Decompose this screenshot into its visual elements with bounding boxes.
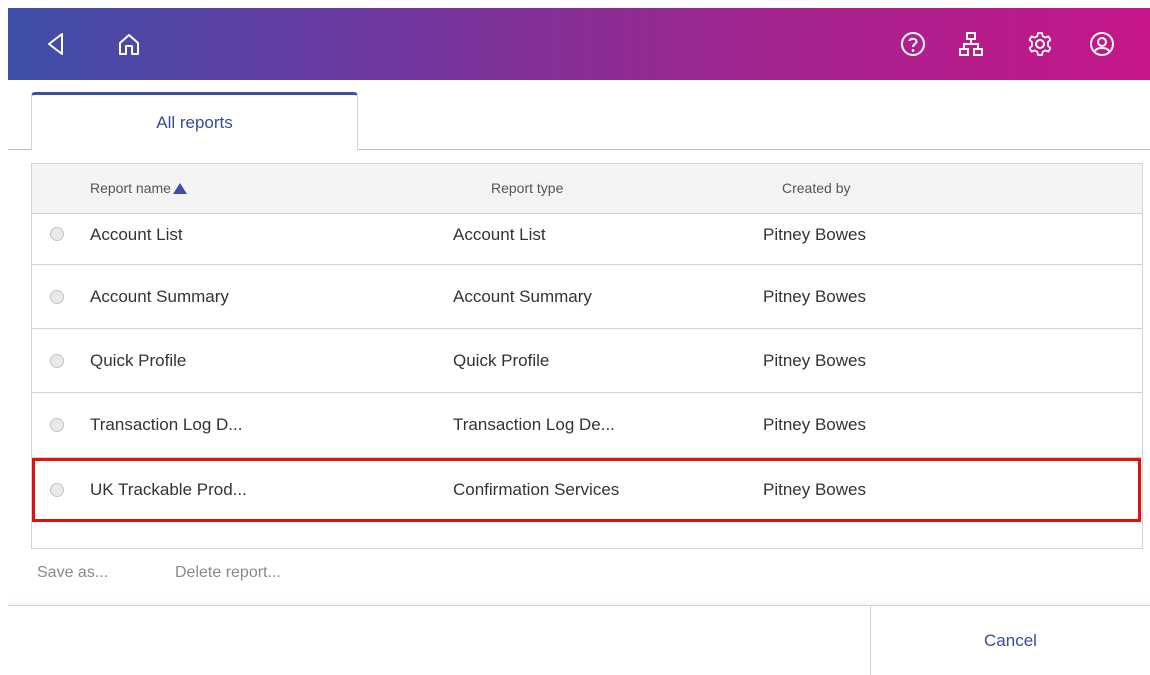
sort-ascending-icon xyxy=(172,183,187,194)
column-header-report-name[interactable]: Report name xyxy=(90,180,187,196)
report-name-cell: Account Summary xyxy=(90,287,229,306)
row-radio-button[interactable] xyxy=(50,227,64,241)
account-icon[interactable] xyxy=(1087,29,1117,59)
settings-icon[interactable] xyxy=(1025,29,1055,59)
report-type-cell: Account Summary xyxy=(453,287,592,306)
row-radio-button[interactable] xyxy=(50,483,64,497)
header-label: Report name xyxy=(90,180,171,196)
help-icon[interactable] xyxy=(898,29,928,59)
created-by-cell: Pitney Bowes xyxy=(763,415,866,434)
row-radio-button[interactable] xyxy=(50,418,64,432)
table-row[interactable]: Account Summary Account Summary Pitney B… xyxy=(32,265,1142,329)
cancel-button[interactable]: Cancel xyxy=(871,606,1150,675)
table-row[interactable]: Account List Account List Pitney Bowes xyxy=(32,214,1142,265)
created-by-cell: Pitney Bowes xyxy=(763,287,866,306)
row-radio-button[interactable] xyxy=(50,290,64,304)
report-type-cell: Quick Profile xyxy=(453,351,550,370)
report-name-cell: UK Trackable Prod... xyxy=(90,480,247,499)
header-label: Created by xyxy=(782,180,851,196)
column-header-created-by[interactable]: Created by xyxy=(782,180,850,196)
created-by-cell: Pitney Bowes xyxy=(763,480,866,499)
report-type-cell: Confirmation Services xyxy=(453,480,620,499)
table-header: Report name Report type Created by xyxy=(32,164,1142,214)
table-row[interactable]: UK Trackable Prod... Confirmation Servic… xyxy=(32,458,1142,522)
tab-divider xyxy=(8,149,31,150)
home-icon[interactable] xyxy=(114,29,144,59)
report-name-cell: Transaction Log D... xyxy=(90,415,243,434)
report-name-cell: Account List xyxy=(90,225,183,244)
report-type-cell: Transaction Log De... xyxy=(453,415,615,434)
top-navigation-bar xyxy=(8,8,1150,80)
tab-all-reports[interactable]: All reports xyxy=(31,92,358,150)
report-type-cell: Account List xyxy=(453,225,546,244)
row-radio-button[interactable] xyxy=(50,354,64,368)
save-as-button[interactable]: Save as... xyxy=(37,564,108,582)
created-by-cell: Pitney Bowes xyxy=(763,225,866,244)
table-row[interactable]: Quick Profile Quick Profile Pitney Bowes xyxy=(32,329,1142,393)
report-name-cell: Quick Profile xyxy=(90,351,187,370)
tab-divider xyxy=(358,149,1150,150)
back-icon[interactable] xyxy=(41,29,71,59)
network-icon[interactable] xyxy=(956,29,986,59)
header-label: Report type xyxy=(491,180,564,196)
delete-report-button[interactable]: Delete report... xyxy=(175,564,281,582)
column-header-report-type[interactable]: Report type xyxy=(491,180,563,196)
created-by-cell: Pitney Bowes xyxy=(763,351,866,370)
reports-table: Report name Report type Created by Accou… xyxy=(31,163,1143,549)
footer-shadow xyxy=(8,598,1150,605)
tab-label: All reports xyxy=(156,112,233,132)
table-row[interactable]: Transaction Log D... Transaction Log De.… xyxy=(32,393,1142,458)
